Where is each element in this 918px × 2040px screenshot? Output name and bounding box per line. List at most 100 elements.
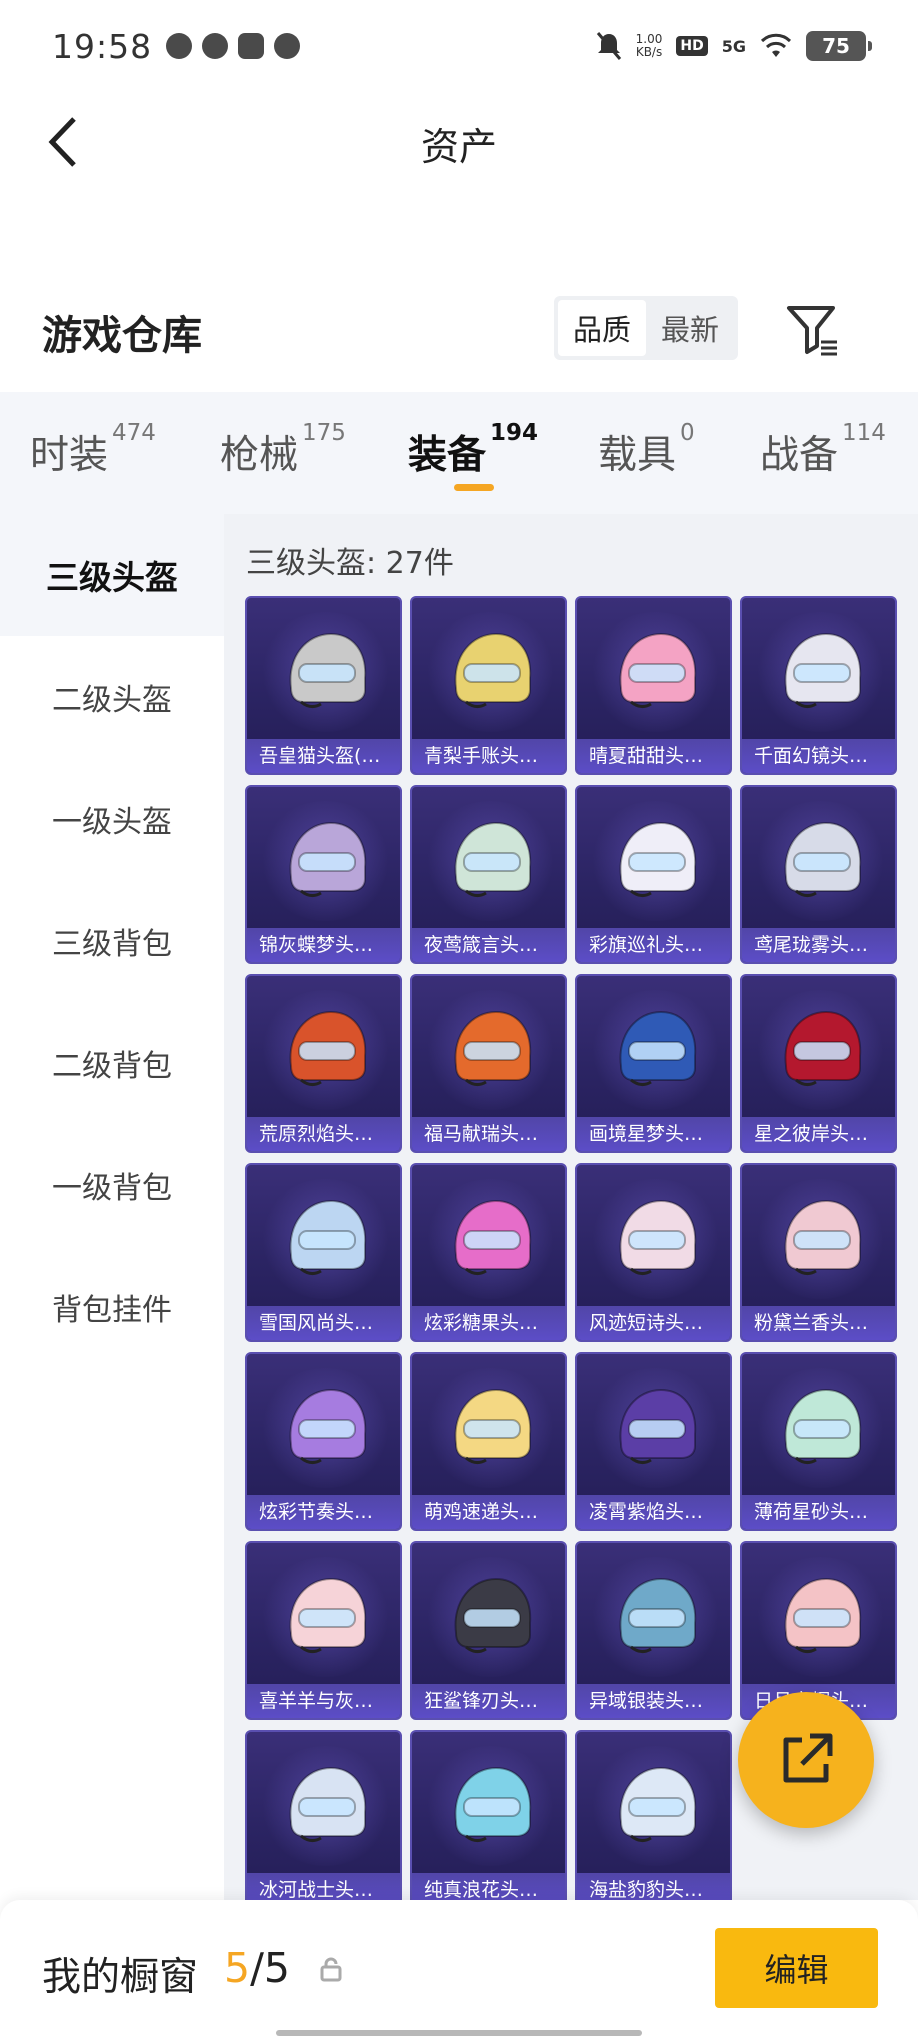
tab-label: 载具 bbox=[598, 433, 677, 478]
app-icon bbox=[202, 33, 229, 59]
helmet-icon bbox=[289, 632, 367, 709]
card-label: 冰河战士头… bbox=[247, 1873, 400, 1900]
lock-icon bbox=[320, 1957, 342, 1982]
tab-fashion[interactable]: 时装 474 bbox=[30, 420, 156, 480]
category-tabs: 时装 474 枪械 175 装备 194 载具 0 战备 114 bbox=[0, 392, 918, 514]
helmet-icon bbox=[619, 821, 697, 898]
tab-label: 战备 bbox=[760, 433, 839, 478]
item-card[interactable]: 彩旗巡礼头… bbox=[575, 785, 732, 964]
warehouse-title: 游戏仓库 bbox=[42, 313, 202, 359]
helmet-icon bbox=[289, 1010, 367, 1087]
card-label: 喜羊羊与灰… bbox=[247, 1684, 400, 1718]
sidebar-item-level3-backpack[interactable]: 三级背包 bbox=[0, 880, 224, 1002]
sidebar-list: 二级头盔 一级头盔 三级背包 二级背包 一级背包 背包挂件 bbox=[0, 636, 224, 1900]
item-card[interactable]: 萌鸡速递头… bbox=[410, 1352, 567, 1531]
filter-button[interactable] bbox=[785, 302, 841, 358]
card-label: 晴夏甜甜头… bbox=[577, 739, 730, 773]
card-label: 粉黛兰香头… bbox=[742, 1306, 895, 1340]
card-label: 荒原烈焰头… bbox=[247, 1117, 400, 1151]
item-card[interactable]: 晴夏甜甜头… bbox=[575, 596, 732, 775]
card-label: 夜莺箴言头… bbox=[412, 928, 565, 962]
item-card[interactable]: 吾皇猫头盔(… bbox=[245, 596, 402, 775]
card-label: 纯真浪花头… bbox=[412, 1873, 565, 1900]
item-card[interactable]: 千面幻镜头… bbox=[740, 596, 897, 775]
card-label: 萌鸡速递头… bbox=[412, 1495, 565, 1529]
helmet-icon bbox=[619, 1010, 697, 1087]
item-card[interactable]: 炫彩糖果头… bbox=[410, 1163, 567, 1342]
showcase-count-separator: / bbox=[250, 1944, 264, 1992]
header: 资产 bbox=[0, 92, 918, 192]
card-label: 吾皇猫头盔(… bbox=[247, 739, 400, 773]
helmet-icon bbox=[454, 1577, 532, 1654]
sidebar-item-level3-helmet[interactable]: 三级头盔 bbox=[0, 514, 224, 636]
item-card[interactable]: 凌霄紫焰头… bbox=[575, 1352, 732, 1531]
item-card[interactable]: 喜羊羊与灰… bbox=[245, 1541, 402, 1720]
helmet-icon bbox=[454, 632, 532, 709]
item-card[interactable]: 狂鲨锋刃头… bbox=[410, 1541, 567, 1720]
item-card[interactable]: 风迹短诗头… bbox=[575, 1163, 732, 1342]
item-card[interactable]: 薄荷星砂头… bbox=[740, 1352, 897, 1531]
sidebar-item-backpack-charm[interactable]: 背包挂件 bbox=[0, 1246, 224, 1368]
card-label: 福马献瑞头… bbox=[412, 1117, 565, 1151]
tab-supplies[interactable]: 战备 114 bbox=[760, 420, 886, 480]
helmet-icon bbox=[619, 1388, 697, 1465]
item-card[interactable]: 炫彩节奏头… bbox=[245, 1352, 402, 1531]
item-card[interactable]: 画境星梦头… bbox=[575, 974, 732, 1153]
tab-count: 474 bbox=[112, 420, 156, 446]
page-title: 资产 bbox=[420, 125, 497, 169]
battery-indicator: 75 bbox=[806, 31, 872, 61]
tab-label: 装备 bbox=[408, 433, 487, 478]
card-label: 炫彩糖果头… bbox=[412, 1306, 565, 1340]
item-card[interactable]: 纯真浪花头… bbox=[410, 1730, 567, 1900]
item-card[interactable]: 异域银装头… bbox=[575, 1541, 732, 1720]
bottom-bar: 我的橱窗 5/5 编辑 bbox=[0, 1900, 918, 2040]
item-card[interactable]: 冰河战士头… bbox=[245, 1730, 402, 1900]
item-card[interactable]: 青梨手账头… bbox=[410, 596, 567, 775]
speed-unit: KB/s bbox=[635, 45, 663, 59]
status-bar: 19:58 1.00 KB/s HD 5G 75 bbox=[0, 0, 918, 92]
network-type: 5G bbox=[721, 36, 746, 56]
helmet-icon bbox=[784, 1388, 862, 1465]
helmet-icon bbox=[454, 821, 532, 898]
card-label: 狂鲨锋刃头… bbox=[412, 1684, 565, 1718]
tab-vehicles[interactable]: 载具 0 bbox=[598, 420, 695, 480]
helmet-icon bbox=[454, 1766, 532, 1843]
sidebar-item-level1-backpack[interactable]: 一级背包 bbox=[0, 1124, 224, 1246]
helmet-icon bbox=[784, 1577, 862, 1654]
sidebar-item-level1-helmet[interactable]: 一级头盔 bbox=[0, 758, 224, 880]
helmet-icon bbox=[454, 1010, 532, 1087]
message-icon bbox=[274, 33, 301, 59]
card-label: 海盐豹豹头… bbox=[577, 1873, 730, 1900]
item-card[interactable]: 福马献瑞头… bbox=[410, 974, 567, 1153]
item-card[interactable]: 雪国风尚头… bbox=[245, 1163, 402, 1342]
item-card[interactable]: 荒原烈焰头… bbox=[245, 974, 402, 1153]
showcase-count: 5/5 bbox=[224, 1944, 290, 1992]
helmet-icon bbox=[289, 821, 367, 898]
share-button[interactable] bbox=[738, 1692, 874, 1828]
helmet-icon bbox=[619, 1577, 697, 1654]
hd-badge: HD bbox=[676, 36, 708, 56]
card-label: 异域银装头… bbox=[577, 1684, 730, 1718]
tab-guns[interactable]: 枪械 175 bbox=[220, 420, 346, 480]
item-card[interactable]: 锦灰蝶梦头… bbox=[245, 785, 402, 964]
item-card[interactable]: 鸢尾珑雾头… bbox=[740, 785, 897, 964]
helmet-icon bbox=[289, 1388, 367, 1465]
sort-option-quality[interactable]: 品质 bbox=[558, 300, 646, 356]
helmet-icon bbox=[784, 1199, 862, 1276]
tab-equipment[interactable]: 装备 194 bbox=[408, 420, 538, 480]
home-indicator bbox=[276, 2030, 642, 2036]
item-card[interactable]: 夜莺箴言头… bbox=[410, 785, 567, 964]
helmet-icon bbox=[454, 1388, 532, 1465]
wifi-icon bbox=[760, 33, 792, 57]
box-icon bbox=[238, 33, 265, 59]
item-card[interactable]: 星之彼岸头… bbox=[740, 974, 897, 1153]
sort-option-newest[interactable]: 最新 bbox=[646, 300, 734, 356]
sidebar-item-level2-helmet[interactable]: 二级头盔 bbox=[0, 636, 224, 758]
edit-button[interactable]: 编辑 bbox=[715, 1928, 878, 2008]
tab-count: 0 bbox=[680, 420, 695, 446]
tab-indicator bbox=[454, 484, 494, 491]
item-card[interactable]: 粉黛兰香头… bbox=[740, 1163, 897, 1342]
sidebar-item-level2-backpack[interactable]: 二级背包 bbox=[0, 1002, 224, 1124]
item-card[interactable]: 海盐豹豹头… bbox=[575, 1730, 732, 1900]
card-label: 凌霄紫焰头… bbox=[577, 1495, 730, 1529]
